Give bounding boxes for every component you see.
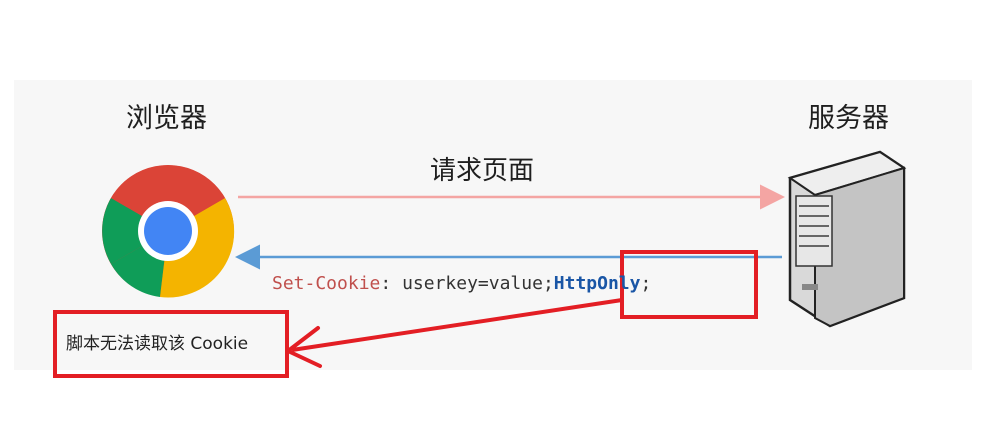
diagram-canvas — [53, 150, 907, 378]
set-cookie-header: Set-Cookie: userkey=value;HttpOnly; — [272, 273, 651, 294]
blocked-pointer-arrow — [286, 298, 623, 368]
header-terminator: ; — [640, 273, 652, 294]
httponly-flag: HttpOnly — [553, 273, 641, 294]
cookie-value: userkey=value; — [402, 273, 554, 294]
header-separator: : — [380, 273, 403, 294]
server-tower-icon — [787, 150, 907, 328]
script-blocked-note: 脚本无法读取该 Cookie — [66, 334, 249, 354]
chrome-logo-icon — [102, 165, 235, 298]
header-name: Set-Cookie — [272, 273, 381, 294]
